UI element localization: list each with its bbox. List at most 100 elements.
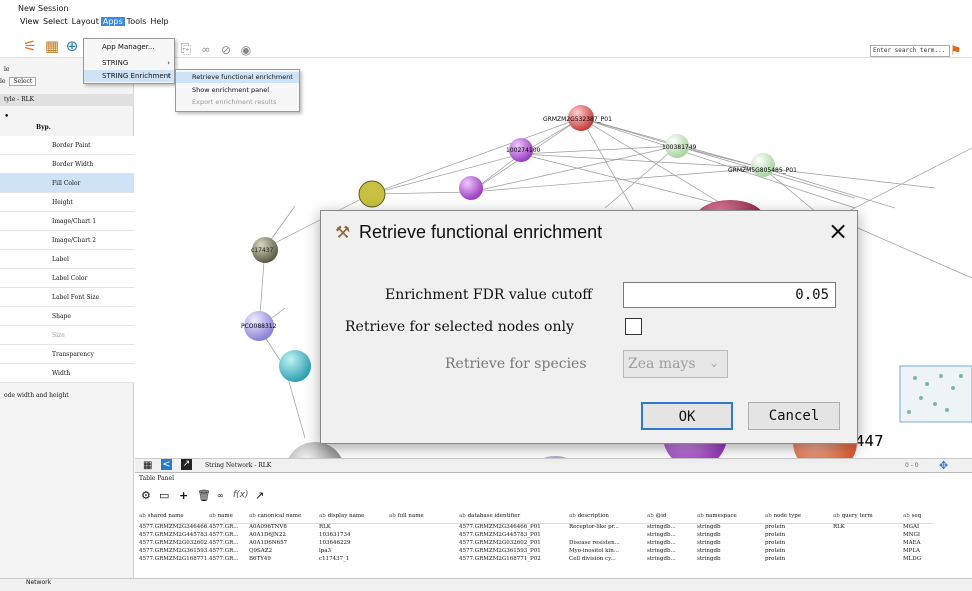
table-cell[interactable] — [569, 531, 647, 539]
binoculars-icon[interactable]: ∞ — [198, 42, 214, 58]
table-cell[interactable] — [389, 523, 459, 531]
hide-icon[interactable]: ⊘ — [218, 42, 234, 58]
table-cell[interactable]: A0A1D6N657 — [249, 539, 319, 547]
property-row[interactable]: Shape — [0, 307, 134, 326]
table-cell[interactable] — [833, 531, 903, 539]
node-teal[interactable] — [279, 350, 311, 382]
navigate-icon[interactable]: ✥ — [939, 459, 948, 472]
column-header[interactable]: ab name — [209, 509, 249, 524]
table-cell[interactable]: 4577.GR... — [209, 531, 249, 539]
column-header[interactable]: ab full name — [389, 509, 459, 524]
grid-icon[interactable]: ▦ — [143, 460, 152, 471]
table-cell[interactable]: stringdb... — [647, 531, 697, 539]
lock-node-size[interactable]: ode width and height — [0, 392, 134, 399]
tab-style-fragment[interactable]: le — [0, 78, 5, 85]
import-icon[interactable]: ↗ — [255, 489, 264, 502]
node-purple-small[interactable] — [459, 176, 483, 200]
column-header[interactable]: ab shared name — [139, 509, 209, 524]
zoom-in-icon[interactable]: ⊕ — [64, 38, 80, 54]
table-cell[interactable]: stringdb... — [647, 523, 697, 531]
property-row[interactable]: Border Width — [0, 155, 134, 174]
close-icon[interactable]: × — [825, 217, 851, 245]
table-cell[interactable]: c117437_1 — [319, 555, 389, 563]
property-row[interactable]: Border Paint — [0, 136, 134, 155]
table-cell[interactable]: protein — [765, 547, 833, 555]
function-icon[interactable]: f(x) — [233, 490, 249, 500]
table-cell[interactable]: 4577.GRMZM2G445783_P01 — [459, 531, 569, 539]
table-cell[interactable] — [833, 539, 903, 547]
table-cell[interactable]: stringdb... — [647, 555, 697, 563]
document-icon[interactable]: ⎘ — [178, 42, 194, 58]
property-row[interactable]: Transparency — [0, 345, 134, 364]
table-cell[interactable]: stringdb... — [647, 539, 697, 547]
table-row[interactable]: 4577.GRMZM2G168771... 4577.GR... B6TY49 c11… — [139, 555, 933, 563]
table-cell[interactable]: MAEA — [903, 539, 933, 547]
table-cell[interactable]: protein — [765, 539, 833, 547]
property-row[interactable]: Height — [0, 193, 134, 212]
table-cell[interactable]: 4577.GRMZM2G361593_P01 — [459, 547, 569, 555]
column-header[interactable]: ab description — [569, 509, 647, 524]
table-cell[interactable] — [389, 539, 459, 547]
table-cell[interactable]: RLK — [319, 523, 389, 531]
tab-select[interactable]: Select — [9, 77, 37, 86]
table-cell[interactable]: A0A096TNV8 — [249, 523, 319, 531]
fdr-cutoff-input[interactable]: 0.05 — [623, 282, 836, 308]
menu-item-string-enrichment[interactable]: STRING Enrichment › — [84, 70, 174, 82]
table-cell[interactable]: B6TY49 — [249, 555, 319, 563]
table-cell[interactable]: protein — [765, 523, 833, 531]
property-row[interactable]: Fill Color — [0, 174, 134, 193]
table-cell[interactable]: Cell division cy... — [569, 555, 647, 563]
table-cell[interactable]: stringdb — [697, 555, 765, 563]
menu-select[interactable]: Select — [41, 17, 70, 26]
table-cell[interactable]: 4577.GRMZM2G361593... — [139, 547, 209, 555]
show-icon[interactable]: ◉ — [238, 42, 254, 58]
table-cell[interactable]: 4577.GR... — [209, 539, 249, 547]
column-header[interactable]: ab canonical name — [249, 509, 319, 524]
cancel-button[interactable]: Cancel — [748, 402, 840, 430]
node-yellow[interactable] — [358, 180, 386, 208]
table-cell[interactable] — [389, 531, 459, 539]
property-row[interactable]: Image/Chart 2 — [0, 231, 134, 250]
property-row[interactable]: Label Color — [0, 269, 134, 288]
table-cell[interactable]: 4577.GRMZM2G168771_P02 — [459, 555, 569, 563]
table-cell[interactable]: stringdb... — [647, 547, 697, 555]
column-header[interactable]: ab seq — [903, 509, 933, 524]
menu-layout[interactable]: Layout — [70, 17, 101, 26]
table-row[interactable]: 4577.GRMZM2G346466... 4577.GR... A0A096TNV… — [139, 523, 933, 531]
table-cell[interactable]: MPLA — [903, 547, 933, 555]
menu-apps[interactable]: Apps — [100, 16, 125, 26]
column-header[interactable]: ab query term — [833, 509, 903, 524]
table-cell[interactable]: Myo-inositol kin... — [569, 547, 647, 555]
menu-tools[interactable]: Tools — [125, 17, 149, 26]
table-cell[interactable]: protein — [765, 531, 833, 539]
search-input[interactable]: Enter search term... — [870, 45, 950, 57]
table-row[interactable]: 4577.GRMZM2G361593... 4577.GR... Q9SAZ2 lpa… — [139, 547, 933, 555]
table-cell[interactable]: 4577.GRMZM2G346466_P01 — [459, 523, 569, 531]
style-selector[interactable]: tyle - RLK — [0, 94, 134, 106]
column-header[interactable]: ab database identifier — [459, 509, 569, 524]
columns-icon[interactable]: ▭ — [159, 489, 169, 502]
column-header[interactable]: ab @id — [647, 509, 697, 524]
table-cell[interactable] — [389, 555, 459, 563]
table-cell[interactable]: MLDG — [903, 555, 933, 563]
table-cell[interactable]: protein — [765, 555, 833, 563]
table-cell[interactable]: MNGI — [903, 531, 933, 539]
table-cell[interactable] — [833, 555, 903, 563]
menu-item-string[interactable]: STRING › — [84, 57, 174, 69]
column-header[interactable]: ab namespace — [697, 509, 765, 524]
node-103636229[interactable] — [285, 442, 345, 458]
export-icon[interactable]: ↗ — [181, 459, 192, 470]
table-cell[interactable]: stringdb — [697, 523, 765, 531]
table-cell[interactable]: RLK — [833, 523, 903, 531]
table-cell[interactable]: 4577.GRMZM2G445783... — [139, 531, 209, 539]
property-row[interactable]: Width — [0, 364, 134, 383]
table-cell[interactable]: Receptor-like pr... — [569, 523, 647, 531]
settings-icon[interactable]: ⚙ — [141, 489, 151, 502]
table-cell[interactable]: stringdb — [697, 547, 765, 555]
network-tab[interactable]: String Network - RLK — [205, 462, 271, 469]
table-cell[interactable] — [389, 547, 459, 555]
table-row[interactable]: 4577.GRMZM2G032602... 4577.GR... A0A1D6N65… — [139, 539, 933, 547]
table-cell[interactable]: MGAI — [903, 523, 933, 531]
ok-button[interactable]: OK — [641, 402, 733, 430]
table-cell[interactable]: stringdb — [697, 531, 765, 539]
